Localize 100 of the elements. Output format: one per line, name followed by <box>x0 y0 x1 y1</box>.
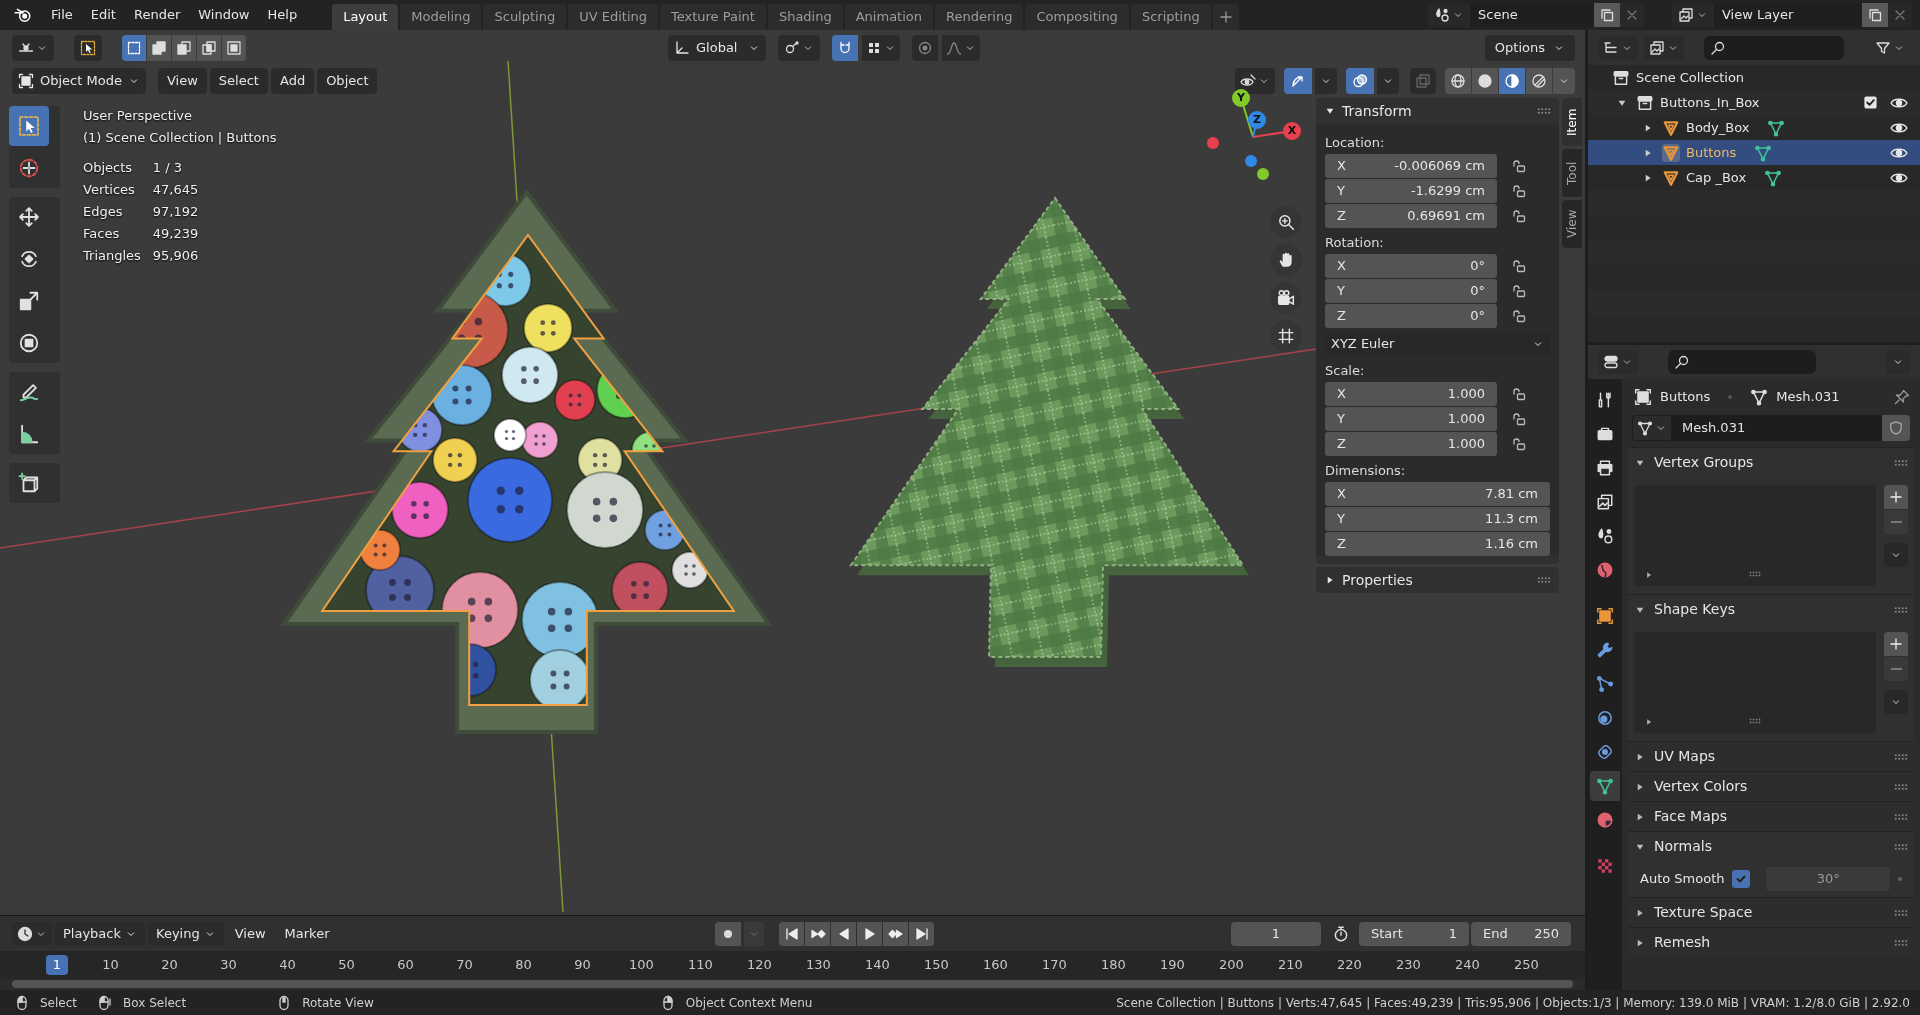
stat-value: 47,645 <box>152 181 199 199</box>
workspace-tab[interactable]: Compositing <box>1025 4 1129 30</box>
workspace-tab[interactable]: Layout <box>332 4 399 30</box>
frame-number: 90 <box>573 956 592 975</box>
gizmo-axis-handle[interactable]: Z <box>1248 111 1266 129</box>
number-field[interactable]: Z 0.69691 cm <box>1325 204 1497 228</box>
frame-number: 60 <box>396 956 415 975</box>
menu-item[interactable]: Keying <box>148 921 224 946</box>
menu-item[interactable]: Marker <box>276 921 338 946</box>
stat-value: 97,192 <box>152 203 199 221</box>
menu-item[interactable]: Playback <box>55 921 145 946</box>
angle-field[interactable]: 30° <box>1766 867 1890 891</box>
menu-item[interactable]: Edit <box>81 3 125 27</box>
frame-number: 140 <box>864 956 891 975</box>
outliner-label: Scene Collection <box>1636 68 1745 87</box>
workspace-tab[interactable]: UV Editing <box>568 4 658 30</box>
frame-number: 180 <box>1100 956 1127 975</box>
frame-range-field[interactable]: End 250 <box>1471 921 1571 946</box>
panel-header[interactable]: Transform <box>1316 98 1559 124</box>
frame-number: 220 <box>1336 956 1363 975</box>
stat-value: 49,239 <box>152 225 199 243</box>
frame-number: 170 <box>1041 956 1068 975</box>
frame-number: 190 <box>1159 956 1186 975</box>
view-name: User Perspective <box>83 107 194 125</box>
workspace-tab[interactable]: Shading <box>767 4 843 30</box>
number-field[interactable]: X 7.81 cm <box>1325 482 1550 506</box>
frame-number: 230 <box>1395 956 1422 975</box>
scene-name-field[interactable]: Scene <box>1470 3 1594 27</box>
sidebar-tab[interactable]: Tool <box>1562 149 1582 197</box>
number-field[interactable]: Z 1.000 <box>1325 432 1497 456</box>
frame-number: 50 <box>337 956 356 975</box>
workspace-tab[interactable]: Animation <box>844 4 933 30</box>
frame-number: 250 <box>1513 956 1540 975</box>
stat-label: Edges <box>83 203 124 221</box>
menu-item[interactable]: Render <box>124 3 190 27</box>
rotation-mode-dropdown[interactable]: XYZ Euler <box>1325 332 1550 356</box>
outliner-item[interactable]: Buttons <box>1588 140 1920 165</box>
group-label: Scale: <box>1325 362 1366 381</box>
menu-item[interactable]: View <box>158 68 207 94</box>
frame-number: 130 <box>805 956 832 975</box>
view-layer-name-field[interactable]: View Layer <box>1714 3 1862 27</box>
number-field[interactable]: X 1.000 <box>1325 382 1497 406</box>
hint-label: Rotate View <box>302 994 374 1012</box>
options-dropdown[interactable]: Options <box>1484 35 1575 61</box>
menu-item[interactable]: File <box>42 3 82 27</box>
group-label: Location: <box>1325 134 1386 153</box>
current-frame-indicator[interactable]: 1 <box>46 955 68 975</box>
number-field[interactable]: X 0° <box>1325 254 1497 278</box>
scene-statistics: Scene Collection | Buttons | Verts:47,645 | Faces:49,239 | Tris:95,906 | Objects:1/3 | Memory: 139.0 MiB | VRAM: 1.2/8.0 GiB | 2.92.0 <box>1116 994 1910 1012</box>
panel-header[interactable]: Normals <box>1628 831 1914 861</box>
frame-number: 120 <box>746 956 773 975</box>
number-field[interactable]: Z 1.16 cm <box>1325 532 1550 556</box>
collection-info: (1) Scene Collection | Buttons <box>83 129 277 147</box>
menu-item[interactable]: Select <box>209 68 268 94</box>
menu-item[interactable]: Window <box>189 3 259 27</box>
stat-label: Objects <box>83 159 134 177</box>
frame-number: 80 <box>514 956 533 975</box>
stat-value: 1 / 3 <box>152 159 183 177</box>
frame-number: 240 <box>1454 956 1481 975</box>
workspace-tab[interactable]: Modeling <box>400 4 482 30</box>
number-field[interactable]: Y 0° <box>1325 279 1497 303</box>
menu-item[interactable]: Object <box>317 68 378 94</box>
orientation-dropdown[interactable]: Global <box>668 35 766 61</box>
workspace-tab[interactable]: Sculpting <box>483 4 567 30</box>
group-label: Dimensions: <box>1325 462 1407 481</box>
breadcrumb-item: Mesh.031 <box>1776 388 1840 407</box>
breadcrumb-item: Buttons <box>1660 388 1711 407</box>
sidebar-tab[interactable]: View <box>1562 200 1582 248</box>
frame-number: 10 <box>101 956 120 975</box>
frame-number: 160 <box>982 956 1009 975</box>
panel-header[interactable]: Vertex Groups <box>1628 447 1914 477</box>
mode-dropdown[interactable]: Object Mode <box>12 68 146 94</box>
frame-number: 70 <box>455 956 474 975</box>
menu-item[interactable]: Help <box>258 3 307 27</box>
panel-header[interactable]: Shape Keys <box>1628 594 1914 624</box>
number-field[interactable]: Z 0° <box>1325 304 1497 328</box>
setting-label: Auto Smooth <box>1640 870 1725 889</box>
workspace-tab[interactable]: Scripting <box>1130 4 1211 30</box>
stat-label: Vertices <box>83 181 136 199</box>
frame-number: 30 <box>219 956 238 975</box>
number-field[interactable]: Y 11.3 cm <box>1325 507 1550 531</box>
mesh-name-field[interactable]: Mesh.031 <box>1672 415 1882 441</box>
menu-item[interactable]: View <box>226 921 274 946</box>
number-field[interactable]: X -0.006069 cm <box>1325 154 1497 178</box>
number-field[interactable]: Y 1.000 <box>1325 407 1497 431</box>
frame-range-field[interactable]: Start 1 <box>1359 921 1469 946</box>
gizmo-axis-handle[interactable]: Y <box>1232 89 1250 107</box>
group-label: Rotation: <box>1325 234 1385 253</box>
number-field[interactable]: Y -1.6299 cm <box>1325 179 1497 203</box>
current-frame-field[interactable]: 1 <box>1231 921 1321 946</box>
frame-number: 20 <box>160 956 179 975</box>
panel-header[interactable]: Properties <box>1316 567 1559 593</box>
menu-item[interactable]: Add <box>270 68 315 94</box>
workspace-tab[interactable]: Texture Paint <box>660 4 766 30</box>
frame-number: 100 <box>628 956 655 975</box>
sidebar-tab[interactable]: Item <box>1562 98 1582 146</box>
hint-label: Object Context Menu <box>685 994 813 1012</box>
stat-label: Faces <box>83 225 121 243</box>
gizmo-axis-handle[interactable]: X <box>1283 122 1301 140</box>
workspace-tab[interactable]: Rendering <box>935 4 1024 30</box>
